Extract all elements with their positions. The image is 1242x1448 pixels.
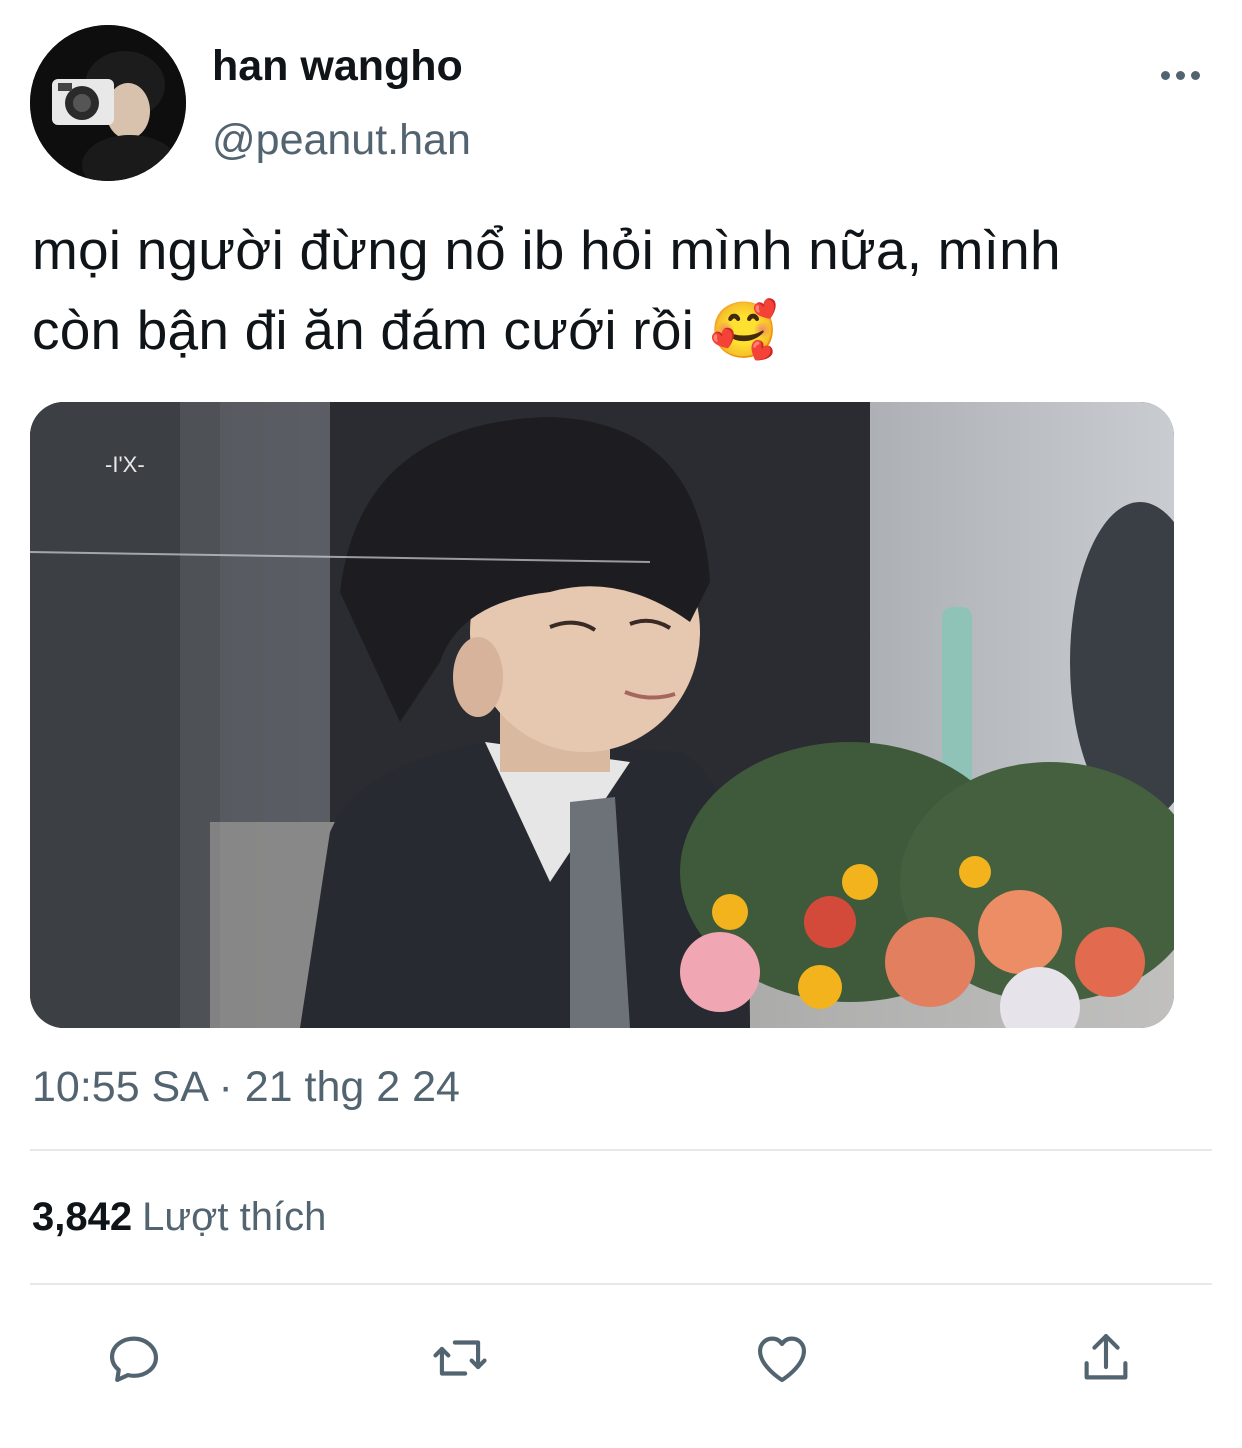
retweet-button[interactable] bbox=[424, 1322, 496, 1394]
author-name[interactable]: han wangho bbox=[212, 42, 463, 90]
tweet-text-line-2-text: còn bận đi ăn đám cưới rồi bbox=[32, 299, 695, 361]
likes-label: Lượt thích bbox=[142, 1195, 327, 1239]
like-icon bbox=[757, 1336, 807, 1383]
share-button[interactable] bbox=[1070, 1322, 1142, 1394]
like-button[interactable] bbox=[746, 1322, 818, 1394]
tweet-text-line-2: còn bận đi ăn đám cưới rồi 🥰 bbox=[32, 290, 1232, 370]
smiling-face-with-hearts-emoji: 🥰 bbox=[709, 299, 779, 361]
divider-top bbox=[30, 1149, 1212, 1151]
media-photo: -I'X- bbox=[30, 402, 1174, 1028]
more-options-icon[interactable] bbox=[1152, 60, 1208, 90]
tweet-timestamp[interactable]: 10:55 SA · 21 thg 2 24 bbox=[32, 1062, 460, 1112]
retweet-icon bbox=[433, 1340, 487, 1376]
reply-icon bbox=[109, 1336, 159, 1383]
author-handle[interactable]: @peanut.han bbox=[212, 116, 471, 164]
reply-button[interactable] bbox=[98, 1322, 170, 1394]
media-watermark: -I'X- bbox=[105, 452, 145, 477]
author-avatar[interactable] bbox=[30, 25, 186, 181]
likes-count: 3,842 bbox=[32, 1195, 133, 1239]
avatar-image bbox=[30, 25, 186, 181]
share-icon bbox=[1084, 1333, 1128, 1380]
divider-bottom bbox=[30, 1283, 1212, 1285]
tweet-text-line-1: mọi người đừng nổ ib hỏi mình nữa, mình bbox=[32, 219, 1061, 281]
likes-summary[interactable]: 3,842 Lượt thích bbox=[32, 1193, 326, 1241]
tweet-media-image[interactable]: -I'X- bbox=[30, 402, 1174, 1028]
tweet-text: mọi người đừng nổ ib hỏi mình nữa, mình … bbox=[32, 210, 1232, 370]
